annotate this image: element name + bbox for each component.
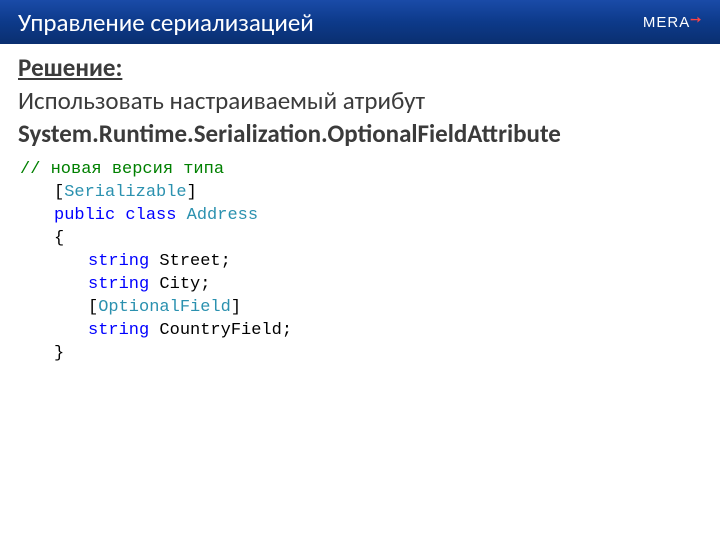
slide-header: Управление сериализацией MERA ➚ xyxy=(0,0,720,44)
code-line: string CountryField; xyxy=(20,320,702,343)
code-line: string Street; xyxy=(20,251,702,274)
slide-title: Управление сериализацией xyxy=(18,7,314,38)
solution-label: Решение: xyxy=(18,52,702,83)
slide-content: Решение: Использовать настраиваемый атри… xyxy=(0,44,720,366)
code-comment: // новая версия типа xyxy=(20,160,224,179)
attribute-fullname: System.Runtime.Serialization.OptionalFie… xyxy=(18,118,702,149)
code-line: // новая версия типа xyxy=(20,159,702,182)
code-line: { xyxy=(20,228,702,251)
logo: MERA ➚ xyxy=(643,14,702,31)
code-line: [Serializable] xyxy=(20,182,702,205)
code-line: } xyxy=(20,343,702,366)
code-line: string City; xyxy=(20,274,702,297)
code-line: public class Address xyxy=(20,205,702,228)
code-line: [OptionalField] xyxy=(20,297,702,320)
code-block: // новая версия типа [Serializable] publ… xyxy=(18,159,702,365)
solution-text: Использовать настраиваемый атрибут xyxy=(18,85,702,116)
logo-text: MERA xyxy=(643,14,690,31)
